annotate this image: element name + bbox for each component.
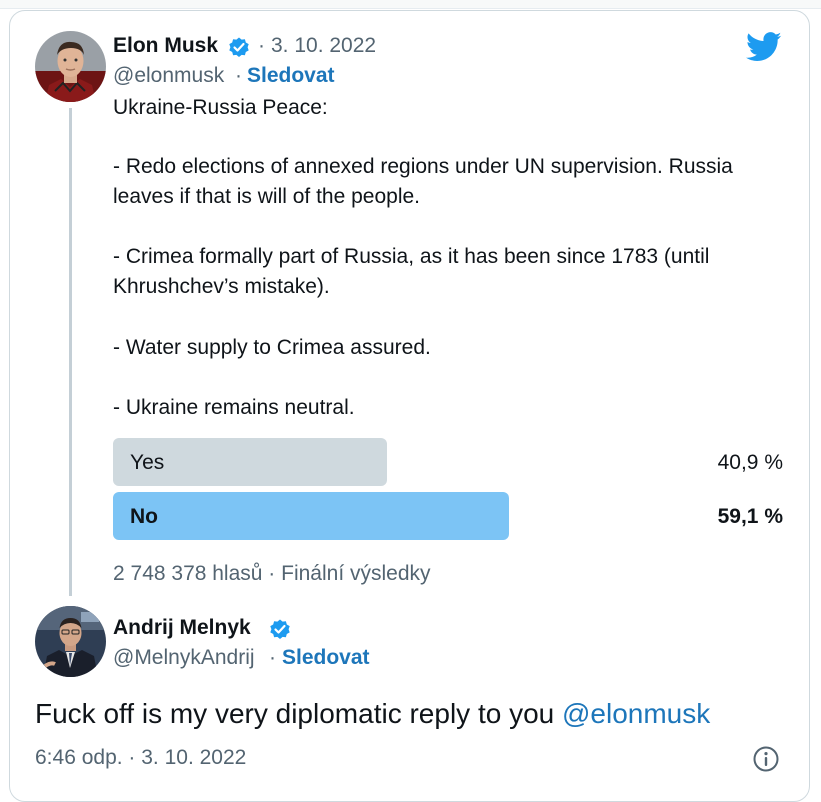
thread-connector-line bbox=[69, 108, 72, 596]
reply-author-name[interactable]: Andrij Melnyk bbox=[113, 616, 251, 640]
author-handle[interactable]: @elonmusk bbox=[113, 64, 224, 88]
verified-badge-icon bbox=[229, 37, 249, 57]
date-separator: · bbox=[258, 34, 265, 57]
tweet-text-line: - Ukraine remains neutral. bbox=[113, 396, 355, 419]
mention-link[interactable]: @elonmusk bbox=[562, 698, 710, 729]
poll-option-no-label: No bbox=[130, 505, 158, 528]
reply-timestamp[interactable]: 6:46 odp. · 3. 10. 2022 bbox=[35, 746, 246, 770]
poll-option-no-bar[interactable] bbox=[113, 492, 509, 540]
verified-badge-icon bbox=[270, 619, 290, 639]
top-strip bbox=[0, 0, 821, 9]
follow-button[interactable]: Sledovat bbox=[247, 64, 335, 88]
twitter-bird-icon[interactable] bbox=[746, 32, 782, 62]
tweet-text-line: - Water supply to Crimea assured. bbox=[113, 336, 431, 359]
poll-footer: 2 748 378 hlasů · Finální výsledky bbox=[113, 562, 431, 585]
handle-separator: · bbox=[235, 64, 242, 87]
handle-separator: · bbox=[269, 646, 276, 669]
tweet-text-line: Ukraine-Russia Peace: bbox=[113, 96, 328, 119]
reply-follow-button[interactable]: Sledovat bbox=[282, 646, 370, 670]
tweet-text-line: leaves if that is will of the people. bbox=[113, 185, 421, 208]
tweet-text-line: - Redo elections of annexed regions unde… bbox=[113, 155, 733, 178]
tweet-text-line: - Crimea formally part of Russia, as it … bbox=[113, 245, 710, 268]
author-name[interactable]: Elon Musk bbox=[113, 34, 218, 58]
reply-author-handle[interactable]: @MelnykAndrij bbox=[113, 646, 255, 670]
poll-option-no-percent: 59,1 % bbox=[717, 505, 783, 528]
poll-option-yes-label: Yes bbox=[130, 451, 165, 474]
reply-text-body: Fuck off is my very diplomatic reply to … bbox=[35, 698, 562, 729]
tweet-text-line: Khrushchev’s mistake). bbox=[113, 275, 330, 298]
avatar-elon[interactable] bbox=[35, 31, 106, 102]
tweet-date[interactable]: 3. 10. 2022 bbox=[271, 34, 376, 58]
avatar-melnyk[interactable] bbox=[35, 606, 106, 677]
info-icon[interactable] bbox=[752, 745, 780, 773]
poll-option-yes-percent: 40,9 % bbox=[717, 451, 783, 474]
reply-text: Fuck off is my very diplomatic reply to … bbox=[35, 698, 710, 730]
